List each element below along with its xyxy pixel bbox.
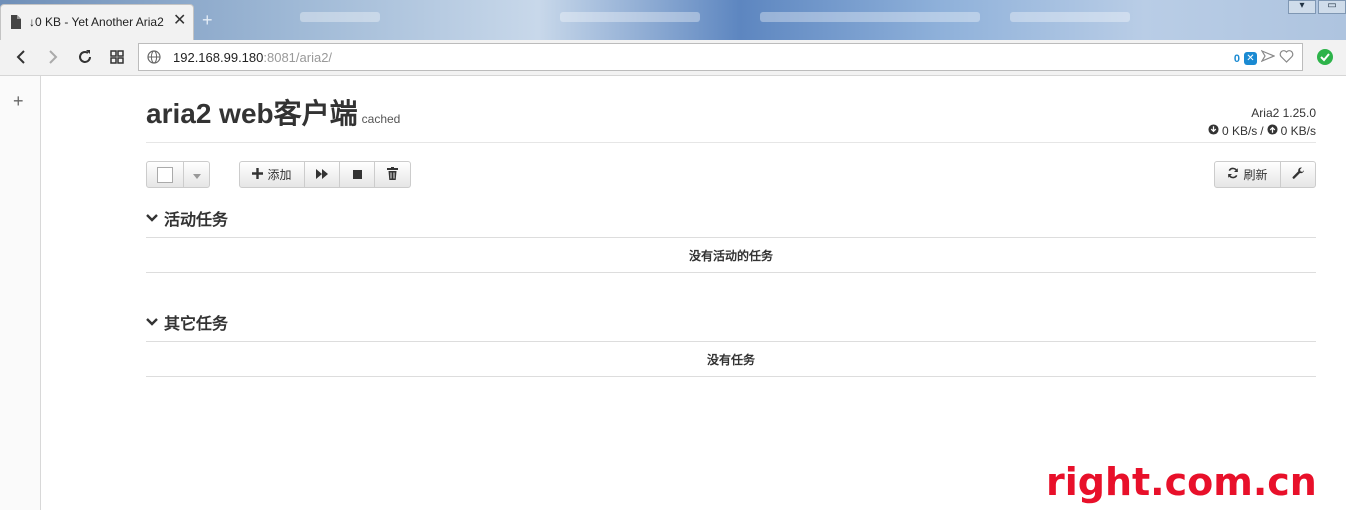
delete-button[interactable] [374,161,411,188]
background-blur [560,12,700,22]
other-tasks-title: 其它任务 [164,316,229,333]
page-header: aria2 web客户端 cached Aria2 1.25.0 0 KB/s /… [146,76,1316,143]
settings-button[interactable] [1280,161,1316,188]
speed-separator: / [1260,124,1264,138]
address-bar-extensions: 0 ✕ [1234,49,1294,68]
browser-sidebar: + [0,76,41,510]
watermark: right.com.cn [1046,460,1317,504]
send-icon[interactable] [1260,49,1276,68]
extension-count: 0 [1233,52,1240,65]
window-controls: ▾ ▭ [1286,0,1346,14]
forward-icon[interactable] [44,48,62,66]
active-tasks-title: 活动任务 [164,212,229,229]
browser-toolbar: 192.168.99.180:8081/aria2/ 0 ✕ [0,40,1346,76]
wrench-icon [1292,167,1305,183]
main-content: aria2 web客户端 cached Aria2 1.25.0 0 KB/s /… [146,76,1316,377]
background-blur [760,12,980,22]
browser-tab-bar: ↓0 KB - Yet Another Aria2 ✕ + ▾ ▭ [0,0,1346,40]
add-task-button[interactable]: 添加 [239,161,305,188]
page-title-text: aria2 web客户端 [146,98,358,129]
download-arrow-icon [1208,124,1219,138]
url-text: 192.168.99.180:8081/aria2/ [173,50,332,65]
back-icon[interactable] [12,48,30,66]
refresh-icon [1227,167,1239,182]
task-toolbar: 添加 刷新 [146,143,1316,199]
active-tasks-header[interactable]: 活动任务 [146,199,1316,238]
page-subtitle: cached [361,112,401,126]
trash-icon [387,166,398,183]
url-host: 192.168.99.180 [173,50,264,65]
add-task-label: 添加 [267,168,292,182]
page-title: aria2 web客户端 cached [146,92,400,132]
speed-summary: 0 KB/s / 0 KB/s [1208,124,1316,138]
checkbox-square [157,166,173,183]
resume-button[interactable] [304,161,340,188]
stop-button[interactable] [339,161,375,188]
tab-title: ↓0 KB - Yet Another Aria2 [29,15,164,29]
download-speed: 0 KB/s [1221,124,1258,138]
refresh-label: 刷新 [1243,168,1268,182]
aria2-version: Aria2 1.25.0 [1251,106,1316,120]
other-tasks-header[interactable]: 其它任务 [146,303,1316,342]
background-blur [1010,12,1130,22]
plus-icon [252,167,264,182]
browser-tab[interactable]: ↓0 KB - Yet Another Aria2 ✕ [0,4,194,40]
reload-icon[interactable] [76,48,94,66]
url-port-path: :8081/aria2/ [263,50,333,65]
chevron-down-icon [146,313,158,331]
refresh-button[interactable]: 刷新 [1214,161,1281,188]
minimize-icon[interactable]: ▾ [1288,0,1316,14]
upload-speed: 0 KB/s [1280,124,1316,138]
heart-icon[interactable] [1279,49,1294,68]
stop-icon [352,168,362,182]
upload-arrow-icon [1267,124,1278,138]
chevron-down-icon [146,209,158,227]
active-tasks-empty: 没有活动的任务 [146,238,1316,273]
select-all-checkbox[interactable] [146,161,184,188]
new-tab-icon[interactable]: + [202,10,213,30]
background-blur [300,12,380,22]
extension-badge-icon[interactable]: ✕ [1244,52,1257,65]
fast-forward-icon [316,168,328,182]
sidebar-add-icon[interactable]: + [13,92,24,110]
restore-icon[interactable]: ▭ [1318,0,1346,14]
apps-grid-icon[interactable] [108,48,126,66]
caret-down-icon [192,168,201,182]
document-icon [10,15,21,34]
close-tab-icon[interactable]: ✕ [173,11,186,31]
globe-icon [147,50,161,69]
select-dropdown-button[interactable] [183,161,210,188]
other-tasks-empty: 没有任务 [146,342,1316,377]
address-bar[interactable]: 192.168.99.180:8081/aria2/ 0 ✕ [138,43,1303,71]
check-status-icon[interactable] [1316,48,1334,71]
